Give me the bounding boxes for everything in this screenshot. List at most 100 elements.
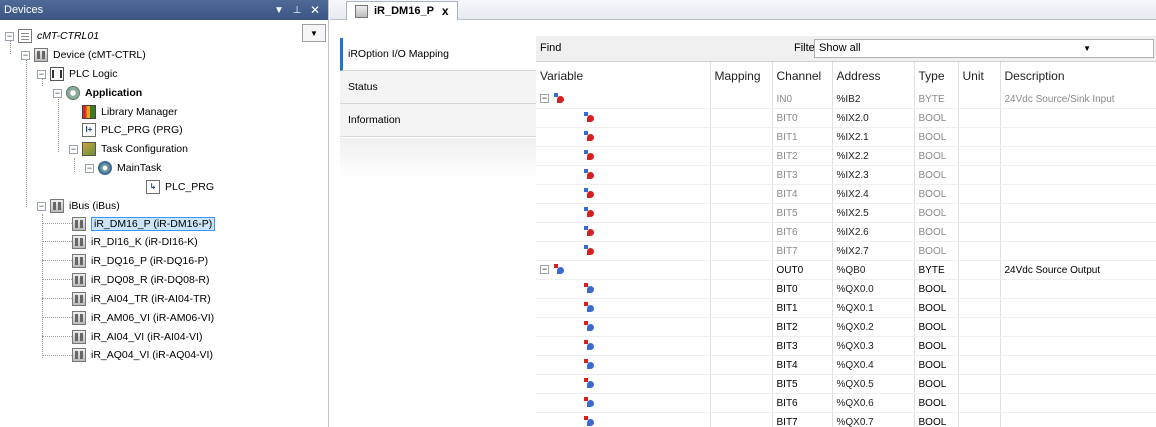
tree-item-module-di16[interactable]: iR_DI16_K (iR-DI16-K) <box>72 233 198 251</box>
table-row[interactable]: BIT6 %IX2.6 BOOL <box>536 222 1156 242</box>
close-panel-icon[interactable]: ✕ <box>308 3 322 17</box>
mapping-cell[interactable] <box>710 241 773 261</box>
tree-item-main-task[interactable]: − MainTask <box>85 159 161 177</box>
collapse-icon[interactable]: − <box>540 265 549 274</box>
collapse-icon[interactable]: − <box>21 50 30 60</box>
variable-cell[interactable] <box>536 203 711 223</box>
variable-cell[interactable] <box>536 222 711 242</box>
table-row[interactable]: BIT7 %IX2.7 BOOL <box>536 241 1156 261</box>
chevron-down-icon[interactable]: ▼ <box>1083 40 1091 57</box>
table-row[interactable]: BIT2 %IX2.2 BOOL <box>536 146 1156 166</box>
variable-cell[interactable] <box>536 374 711 394</box>
table-group-row[interactable]: − IN0 %IB2 BYTE 24Vdc Source/Sink Input <box>536 90 1156 109</box>
find-label[interactable]: Find <box>540 42 561 54</box>
tree-item-task-configuration[interactable]: − Task Configuration <box>69 140 188 158</box>
variable-cell[interactable] <box>536 336 711 356</box>
mapping-cell[interactable] <box>710 127 773 147</box>
table-row[interactable]: BIT1 %QX0.1 BOOL <box>536 298 1156 318</box>
table-row[interactable]: BIT4 %IX2.4 BOOL <box>536 184 1156 204</box>
table-row[interactable]: BIT7 %QX0.7 BOOL <box>536 412 1156 427</box>
table-row[interactable]: BIT0 %QX0.0 BOOL <box>536 279 1156 299</box>
mapping-cell[interactable] <box>710 184 773 204</box>
variable-cell[interactable] <box>536 393 711 413</box>
mapping-cell[interactable] <box>710 146 773 166</box>
col-header-description[interactable]: Description <box>1000 62 1156 90</box>
mapping-cell[interactable] <box>710 374 773 394</box>
collapse-icon[interactable]: − <box>5 31 14 41</box>
tree-item-module-ai04-vi[interactable]: iR_AI04_VI (iR-AI04-VI) <box>72 328 202 346</box>
mapping-cell[interactable] <box>710 317 773 337</box>
subtab-status[interactable]: Status <box>340 71 536 104</box>
variable-cell[interactable] <box>536 165 711 185</box>
tree-item-library-manager[interactable]: Library Manager <box>82 103 177 121</box>
variable-cell[interactable] <box>536 108 711 128</box>
table-row[interactable]: BIT5 %QX0.5 BOOL <box>536 374 1156 394</box>
tree-item-module-dm16[interactable]: iR_DM16_P (iR-DM16-P) <box>72 215 216 233</box>
tree-item-plc-prg-call[interactable]: ↳ PLC_PRG <box>146 178 214 196</box>
tree-item-ibus[interactable]: − iBus (iBus) <box>37 197 120 215</box>
mapping-cell[interactable] <box>710 298 773 318</box>
variable-cell[interactable] <box>536 355 711 375</box>
collapse-icon[interactable]: − <box>37 201 46 211</box>
pin-icon[interactable]: ⊥ <box>290 5 304 16</box>
close-tab-icon[interactable]: x <box>442 4 449 18</box>
collapse-icon[interactable]: − <box>69 144 78 154</box>
tree-item-application[interactable]: − Application <box>53 84 142 102</box>
table-row[interactable]: BIT5 %IX2.5 BOOL <box>536 203 1156 223</box>
table-row[interactable]: BIT0 %IX2.0 BOOL <box>536 108 1156 128</box>
variable-cell[interactable] <box>536 127 711 147</box>
variable-cell[interactable] <box>536 298 711 318</box>
tree-item-module-ai04-tr[interactable]: iR_AI04_TR (iR-AI04-TR) <box>72 290 211 308</box>
col-header-mapping[interactable]: Mapping <box>710 62 773 90</box>
mapping-cell[interactable] <box>710 90 773 109</box>
variable-cell[interactable]: − <box>536 90 711 109</box>
tree-dropdown-button[interactable]: ▼ <box>302 24 326 42</box>
tree-item-project[interactable]: − cMT-CTRL01 <box>5 27 99 45</box>
mapping-cell[interactable] <box>710 336 773 356</box>
mapping-cell[interactable] <box>710 412 773 427</box>
variable-cell[interactable] <box>536 241 711 261</box>
tree-item-module-dq16[interactable]: iR_DQ16_P (iR-DQ16-P) <box>72 252 208 270</box>
mapping-cell[interactable] <box>710 355 773 375</box>
col-header-type[interactable]: Type <box>914 62 959 90</box>
col-header-address[interactable]: Address <box>832 62 915 90</box>
variable-cell[interactable] <box>536 317 711 337</box>
tree-item-plc-logic[interactable]: − PLC Logic <box>37 65 117 83</box>
variable-cell[interactable]: − <box>536 260 711 280</box>
collapse-icon[interactable]: − <box>37 69 46 79</box>
tab-ir-dm16-p[interactable]: iR_DM16_P x <box>346 1 458 20</box>
collapse-icon[interactable]: − <box>85 163 94 173</box>
table-row[interactable]: BIT2 %QX0.2 BOOL <box>536 317 1156 337</box>
variable-cell[interactable] <box>536 412 711 427</box>
panel-menu-arrow-icon[interactable]: ▼ <box>272 5 286 16</box>
mapping-cell[interactable] <box>710 165 773 185</box>
tree-item-module-am06[interactable]: iR_AM06_VI (iR-AM06-VI) <box>72 309 214 327</box>
table-row[interactable]: BIT6 %QX0.6 BOOL <box>536 393 1156 413</box>
variable-cell[interactable] <box>536 184 711 204</box>
filter-select[interactable]: Show all ▼ <box>814 39 1154 58</box>
table-row[interactable]: BIT4 %QX0.4 BOOL <box>536 355 1156 375</box>
tree-item-plc-prg[interactable]: I+ PLC_PRG (PRG) <box>82 121 183 139</box>
mapping-cell[interactable] <box>710 279 773 299</box>
subtab-information[interactable]: Information <box>340 104 536 137</box>
mapping-cell[interactable] <box>710 108 773 128</box>
table-row[interactable]: BIT1 %IX2.1 BOOL <box>536 127 1156 147</box>
variable-cell[interactable] <box>536 279 711 299</box>
collapse-icon[interactable]: − <box>53 88 62 98</box>
table-group-row[interactable]: − OUT0 %QB0 BYTE 24Vdc Source Output <box>536 260 1156 280</box>
variable-cell[interactable] <box>536 146 711 166</box>
mapping-cell[interactable] <box>710 393 773 413</box>
table-row[interactable]: BIT3 %IX2.3 BOOL <box>536 165 1156 185</box>
collapse-icon[interactable]: − <box>540 94 549 103</box>
tree-item-device[interactable]: − Device (cMT-CTRL) <box>21 46 146 64</box>
mapping-cell[interactable] <box>710 222 773 242</box>
tree-item-module-aq04[interactable]: iR_AQ04_VI (iR-AQ04-VI) <box>72 346 213 364</box>
col-header-channel[interactable]: Channel <box>772 62 833 90</box>
mapping-cell[interactable] <box>710 203 773 223</box>
table-row[interactable]: BIT3 %QX0.3 BOOL <box>536 336 1156 356</box>
tree-item-module-dq08[interactable]: iR_DQ08_R (iR-DQ08-R) <box>72 271 209 289</box>
subtab-io-mapping[interactable]: iROption I/O Mapping <box>340 38 536 71</box>
col-header-variable[interactable]: Variable <box>536 62 711 90</box>
mapping-cell[interactable] <box>710 260 773 280</box>
col-header-unit[interactable]: Unit <box>958 62 1001 90</box>
